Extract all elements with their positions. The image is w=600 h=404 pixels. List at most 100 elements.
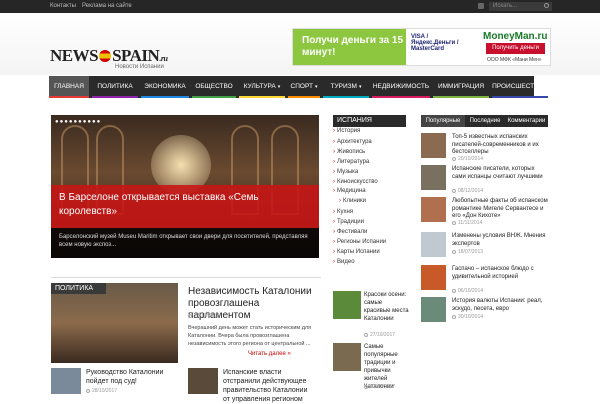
bullet-icon: › bbox=[333, 209, 335, 215]
bottom-news-title[interactable]: Испанские власти отстранили действующее … bbox=[223, 368, 308, 404]
bullet-icon: › bbox=[333, 249, 335, 255]
popular-thumbnail[interactable] bbox=[421, 297, 446, 322]
nav-item-label: ПРОИСШЕСТВИЯ bbox=[492, 83, 548, 90]
popular-title[interactable]: История валюты Испании: реал, эскудо, пе… bbox=[452, 298, 548, 313]
ad-banner[interactable]: Получи деньги за 15 минут! VISA / Яндекс… bbox=[292, 28, 551, 66]
popular-item[interactable]: Топ-5 известных испанских писателей-совр… bbox=[421, 133, 551, 165]
popular-title[interactable]: Топ-5 известных испанских писателей-совр… bbox=[452, 134, 548, 157]
nav-item[interactable]: ТУРИЗМ ▾ bbox=[323, 76, 369, 98]
popular-item[interactable]: Любопытные факты об испанском романтике … bbox=[421, 197, 551, 229]
featured-slider[interactable]: ●●●●●●●●●● В Барселоне открывается выста… bbox=[51, 115, 319, 258]
popular-item[interactable]: Гаспачо – испанское блюдо с удивительной… bbox=[421, 265, 551, 297]
nav-item-label: ОБЩЕСТВО bbox=[195, 83, 233, 90]
bottom-news-thumbnail[interactable] bbox=[188, 368, 218, 394]
middle-news-title[interactable]: Красоки осени: самые красивые места Ката… bbox=[364, 291, 410, 323]
banner-button[interactable]: Получить деньги bbox=[486, 43, 545, 54]
category-label: Музыка bbox=[337, 169, 359, 175]
search-input[interactable]: Искать... bbox=[489, 2, 552, 11]
popular-thumbnail[interactable] bbox=[421, 232, 446, 257]
popular-thumbnail[interactable] bbox=[421, 165, 446, 190]
bullet-icon: › bbox=[333, 149, 335, 155]
nav-item[interactable]: СПОРТ ▾ bbox=[288, 76, 320, 98]
nav-item[interactable]: ОБЩЕСТВО bbox=[192, 76, 236, 98]
popular-item[interactable]: Изменены условия ВНЖ. Мнения экспертов 18… bbox=[421, 232, 551, 264]
main-nav: ГЛАВНАЯ ПОЛИТИКА ЭКОНОМИКА ОБЩЕСТВО КУЛЬТУРА… bbox=[49, 76, 548, 98]
category-item[interactable]: › Архитектура bbox=[333, 139, 372, 145]
category-item[interactable]: › Карты Испании bbox=[333, 249, 380, 255]
tab-0[interactable]: Популярные bbox=[421, 115, 465, 127]
nav-item[interactable]: КУЛЬТУРА ▾ bbox=[239, 76, 285, 98]
category-item[interactable]: › Традиции bbox=[333, 219, 364, 225]
search-icon[interactable] bbox=[544, 3, 549, 8]
site-tagline: Новости Испании bbox=[115, 64, 164, 70]
site-logo[interactable]: NEWS SPAIN.ru bbox=[50, 46, 168, 66]
popular-title[interactable]: Изменены условия ВНЖ. Мнения экспертов bbox=[452, 233, 548, 248]
category-item[interactable]: › Клиники bbox=[339, 198, 366, 204]
category-item[interactable]: › История bbox=[333, 128, 360, 134]
category-label: Регионы Испании bbox=[337, 239, 387, 245]
category-item[interactable]: › Музыка bbox=[333, 169, 358, 175]
category-item[interactable]: › Кухня bbox=[333, 209, 353, 215]
politics-date: 28/10/2017 bbox=[188, 313, 219, 319]
bullet-icon: › bbox=[333, 219, 335, 225]
slider-pagination[interactable]: ●●●●●●●●●● bbox=[55, 119, 101, 125]
category-item[interactable]: › Живопись bbox=[333, 149, 365, 155]
popular-thumbnail[interactable] bbox=[421, 265, 446, 290]
popular-item[interactable]: История валюты Испании: реал, эскудо, пе… bbox=[421, 297, 551, 329]
tab-1[interactable]: Последние bbox=[465, 115, 505, 127]
rss-icon[interactable] bbox=[478, 3, 484, 9]
category-item[interactable]: › Видео bbox=[333, 259, 355, 265]
politics-date-text: 28/10/2017 bbox=[194, 313, 220, 319]
category-item[interactable]: › Фестивали bbox=[333, 229, 367, 235]
middle-news-thumbnail[interactable] bbox=[333, 291, 361, 319]
category-label: Живопись bbox=[337, 149, 366, 155]
nav-item[interactable]: НЕДВИЖИМОСТЬ bbox=[372, 76, 430, 98]
popular-title[interactable]: Гаспачо – испанское блюдо с удивительной… bbox=[452, 266, 548, 281]
nav-item-label: ИММИГРАЦИЯ bbox=[437, 83, 485, 90]
categories-heading: ИСПАНИЯ bbox=[333, 115, 406, 127]
read-more-link[interactable]: Читать далее » bbox=[248, 351, 291, 357]
popular-thumbnail[interactable] bbox=[421, 197, 446, 222]
logo-ball-icon bbox=[99, 50, 112, 62]
logo-news: NEWS bbox=[50, 46, 99, 65]
popular-date-text: 06/10/2014 bbox=[458, 288, 484, 294]
category-item[interactable]: › Литература bbox=[333, 159, 369, 165]
nav-item[interactable]: ЭКОНОМИКА bbox=[141, 76, 189, 98]
bullet-icon: › bbox=[333, 128, 335, 134]
ads-link[interactable]: Реклама на сайте bbox=[82, 3, 132, 9]
nav-stripe bbox=[49, 96, 89, 98]
contacts-link[interactable]: Контакты bbox=[50, 3, 76, 9]
politics-thumbnail[interactable]: ПОЛИТИКА bbox=[51, 283, 178, 363]
category-label: Традиции bbox=[337, 219, 364, 225]
popular-date-text: 20/10/2014 bbox=[458, 156, 484, 162]
bottom-news-thumbnail[interactable] bbox=[51, 368, 81, 394]
popular-title[interactable]: Любопытные факты об испанском романтике … bbox=[452, 198, 548, 221]
popular-item[interactable]: Испанские писатели, которых сами испанцы… bbox=[421, 165, 551, 197]
nav-item[interactable]: ГЛАВНАЯ bbox=[49, 76, 89, 98]
bottom-news-title[interactable]: Руководство Каталонии пойдет под суд! bbox=[86, 368, 171, 386]
category-label: Медицина bbox=[337, 188, 366, 194]
clock-icon bbox=[188, 314, 192, 318]
bullet-icon: › bbox=[333, 188, 335, 194]
category-item[interactable]: › Медицина bbox=[333, 188, 366, 194]
category-label: Литература bbox=[337, 159, 370, 165]
slider-title[interactable]: В Барселоне открывается выставка «Семь к… bbox=[51, 185, 319, 228]
tab-2[interactable]: Комментарии bbox=[505, 115, 548, 127]
banner-brand: MoneyMan.ru bbox=[483, 31, 548, 42]
nav-stripe bbox=[239, 96, 285, 98]
divider bbox=[51, 277, 321, 278]
nav-item-label: ЭКОНОМИКА bbox=[144, 83, 186, 90]
popular-title[interactable]: Испанские писатели, которых сами испанцы… bbox=[452, 166, 548, 181]
category-label: Видео bbox=[337, 259, 355, 265]
category-item[interactable]: › Регионы Испании bbox=[333, 239, 386, 245]
nav-item-label: НЕДВИЖИМОСТЬ bbox=[372, 83, 430, 90]
nav-item-label: ТУРИЗМ bbox=[330, 83, 357, 90]
popular-thumbnail[interactable] bbox=[421, 133, 446, 158]
nav-item[interactable]: ПРОИСШЕСТВИЯ bbox=[492, 76, 548, 98]
nav-item-label: ПОЛИТИКА bbox=[97, 83, 133, 90]
popular-date-text: 08/12/2014 bbox=[458, 188, 484, 194]
category-item[interactable]: › Киноискусство bbox=[333, 179, 378, 185]
nav-item[interactable]: ПОЛИТИКА bbox=[92, 76, 138, 98]
middle-news-thumbnail[interactable] bbox=[333, 343, 361, 371]
nav-item[interactable]: ИММИГРАЦИЯ bbox=[433, 76, 489, 98]
